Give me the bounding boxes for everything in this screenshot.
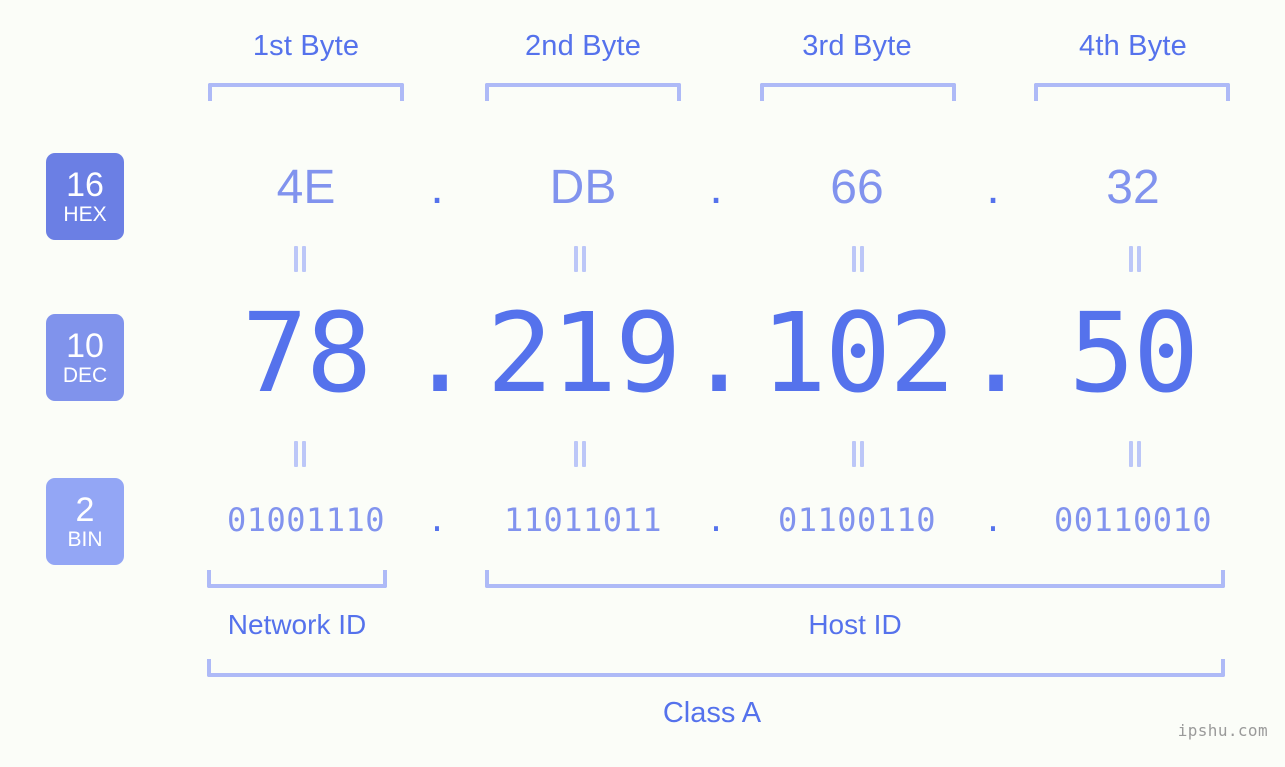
equals-icon-hex-dec-4 [1127, 246, 1143, 272]
bin-byte-2: 11011011 [503, 501, 663, 539]
dec-byte-3: 102 [760, 289, 956, 417]
host-id-label: Host ID [808, 609, 902, 640]
byte-headers: 1st Byte 2nd Byte 3rd Byte 4th Byte [0, 30, 1285, 76]
class-label: Class A [662, 697, 762, 729]
equals-icon-dec-bin-4 [1127, 441, 1143, 467]
host-id-bracket [485, 570, 1225, 588]
hex-byte-4: 32 [1106, 161, 1160, 214]
equals-icon-hex-dec-2 [572, 246, 588, 272]
dec-value-row: 78 . 219 . 102 . 50 [0, 290, 1285, 420]
hex-value-row: 4E . DB . 66 . 32 [0, 150, 1285, 230]
byte-header-2: 2nd Byte [524, 30, 642, 62]
byte-header-3: 3rd Byte [802, 30, 912, 62]
hex-byte-3: 66 [830, 161, 884, 214]
byte-header-1: 1st Byte [252, 30, 360, 62]
byte-bracket-4 [1034, 83, 1230, 101]
watermark: ipshu.com [1177, 721, 1268, 740]
byte-bracket-3 [760, 83, 956, 101]
byte-bracket-2 [485, 83, 681, 101]
network-id-bracket [207, 570, 387, 588]
dec-byte-4: 50 [1068, 289, 1199, 417]
equals-icon-hex-dec-3 [850, 246, 866, 272]
bin-byte-4: 00110010 [1053, 501, 1213, 539]
byte-header-4: 4th Byte [1079, 30, 1187, 62]
network-id-label: Network ID [227, 609, 367, 640]
equals-icon-dec-bin-2 [572, 441, 588, 467]
bin-byte-1: 01001110 [226, 501, 386, 539]
diagram-stage: 1st Byte 2nd Byte 3rd Byte 4th Byte 16 H… [0, 0, 1285, 767]
class-bracket [207, 659, 1225, 677]
byte-bracket-1 [208, 83, 404, 101]
bin-byte-3: 01100110 [777, 501, 937, 539]
bin-value-row: 01001110 . 11011011 . 01100110 . 0011001… [0, 492, 1285, 552]
equals-icon-hex-dec-1 [292, 246, 308, 272]
equals-icon-dec-bin-3 [850, 441, 866, 467]
equals-icon-dec-bin-1 [292, 441, 308, 467]
